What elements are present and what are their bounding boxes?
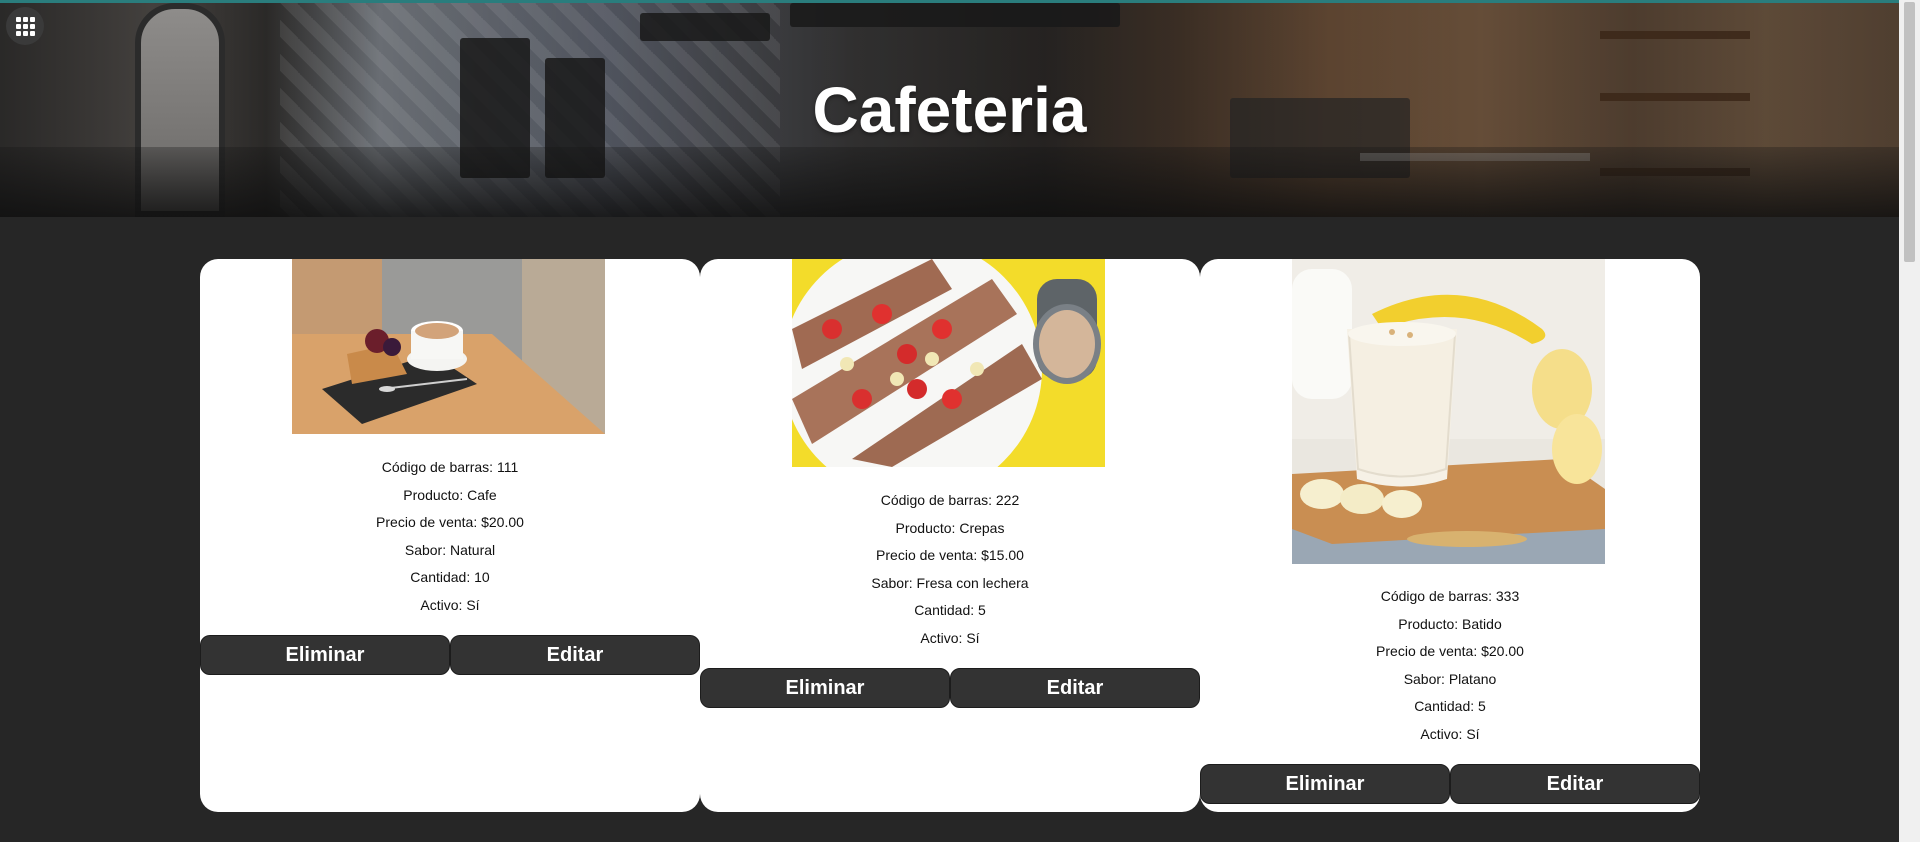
quantity-text: Cantidad: 5 (1414, 698, 1486, 714)
flavor-text: Sabor: Natural (404, 541, 496, 558)
active-text: Activo: Sí (420, 596, 480, 613)
edit-button[interactable]: Editar (950, 668, 1200, 708)
active-text: Activo: Sí (1420, 725, 1480, 742)
banner-counter (0, 147, 1899, 217)
apps-grid-icon (15, 16, 35, 36)
barcode-text: Código de barras: 111 (381, 459, 519, 475)
edit-button[interactable]: Editar (1450, 764, 1700, 804)
price-text: Precio de venta: $20.00 (376, 514, 524, 530)
product-card: Código de barras: 111 Producto: Cafe Pre… (200, 259, 700, 812)
flavor-text: Sabor: Fresa con lechera (871, 574, 1029, 591)
delete-button[interactable]: Eliminar (1200, 764, 1450, 804)
banner-menu-board (790, 3, 1120, 27)
product-details: Código de barras: 111 Producto: Cafe Pre… (200, 454, 700, 619)
quantity-text: Cantidad: 10 (410, 569, 490, 585)
product-card: Código de barras: 333 Producto: Batido P… (1200, 259, 1700, 812)
delete-button[interactable]: Eliminar (700, 668, 950, 708)
barcode-text: Código de barras: 222 (880, 492, 1020, 508)
card-actions: Eliminar Editar (700, 668, 1200, 708)
app-launcher-button[interactable] (6, 7, 44, 45)
delete-button[interactable]: Eliminar (200, 635, 450, 675)
banner-menu-board (640, 13, 770, 41)
barcode-text: Código de barras: 333 (1380, 588, 1520, 604)
price-text: Precio de venta: $15.00 (876, 547, 1024, 563)
product-card: Código de barras: 222 Producto: Crepas P… (700, 259, 1200, 812)
product-name-text: Producto: Crepas (895, 519, 1005, 536)
product-image-shake (1292, 259, 1605, 564)
edit-button[interactable]: Editar (450, 635, 700, 675)
banner-shelf (1600, 31, 1750, 39)
product-name-text: Producto: Batido (1398, 615, 1502, 632)
product-image-crepes (792, 259, 1105, 467)
page-scrollbar[interactable] (1899, 0, 1920, 842)
scrollbar-thumb[interactable] (1904, 2, 1915, 262)
page-title: Cafeteria (812, 74, 1087, 146)
product-details: Código de barras: 333 Producto: Batido P… (1200, 583, 1700, 748)
flavor-text: Sabor: Platano (1403, 670, 1497, 687)
quantity-text: Cantidad: 5 (914, 602, 986, 618)
price-text: Precio de venta: $20.00 (1376, 643, 1524, 659)
product-name-text: Producto: Cafe (403, 486, 497, 503)
header-banner: Cafeteria (0, 0, 1899, 217)
product-details: Código de barras: 222 Producto: Crepas P… (700, 487, 1200, 652)
active-text: Activo: Sí (920, 629, 980, 646)
product-image-coffee (292, 259, 605, 434)
card-actions: Eliminar Editar (200, 635, 700, 675)
card-actions: Eliminar Editar (1200, 764, 1700, 804)
